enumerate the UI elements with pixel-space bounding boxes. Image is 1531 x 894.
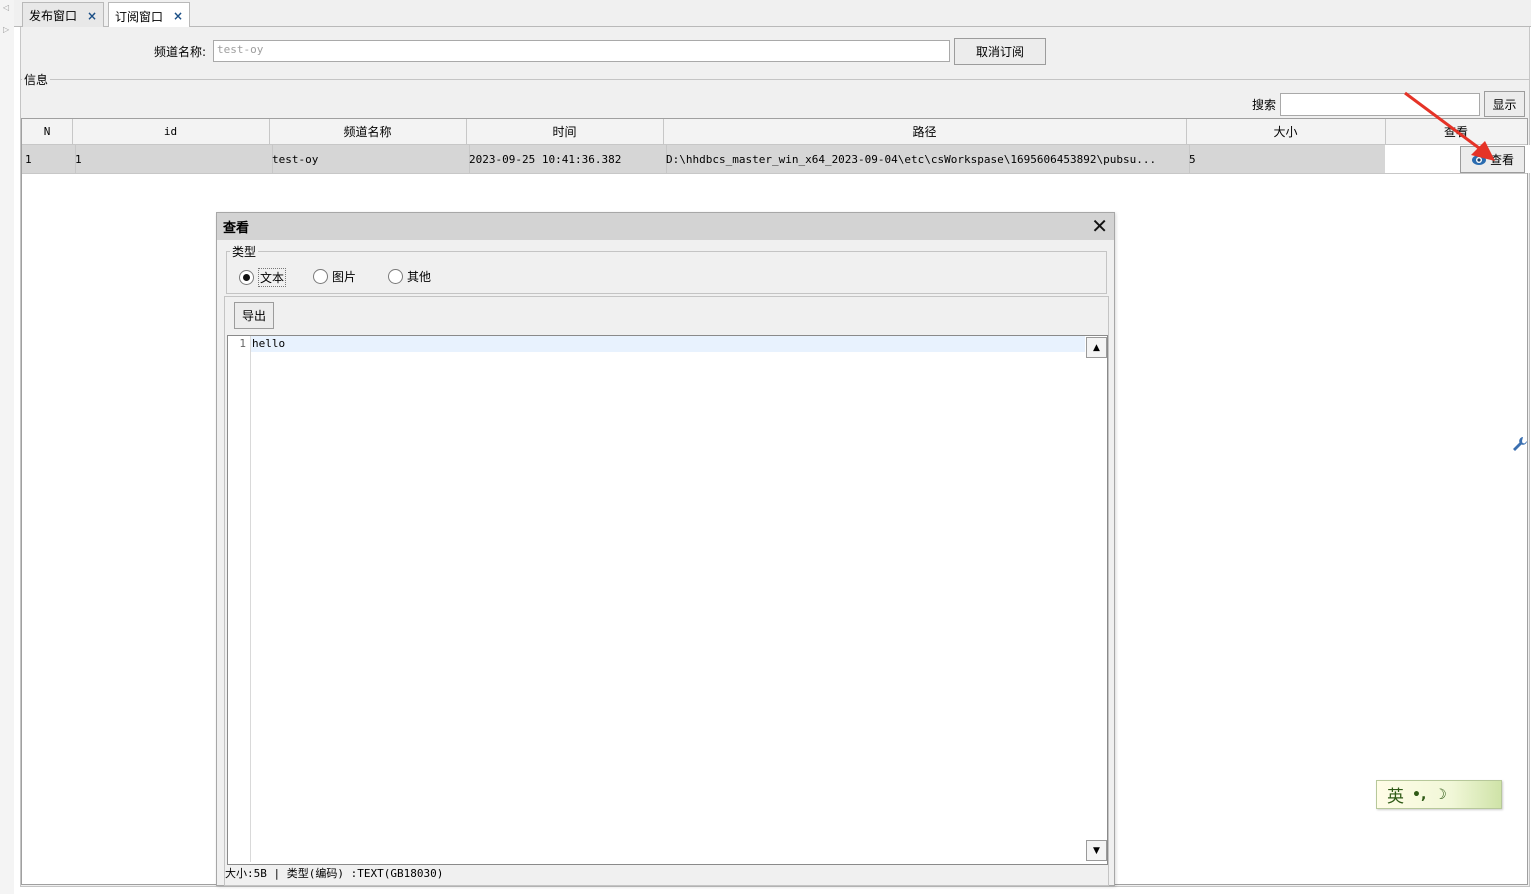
dialog-close-icon[interactable]: ✕	[1091, 215, 1108, 237]
editor-text[interactable]: hello	[252, 337, 285, 350]
current-line-highlight	[251, 336, 1085, 352]
channel-name-field[interactable]: test-oy	[213, 40, 950, 62]
search-label: 搜索	[1252, 98, 1277, 112]
moon-icon: ☽	[1434, 786, 1447, 803]
table-header: N id 频道名称 时间 路径 大小 查看	[22, 119, 1527, 145]
tab-publish[interactable]: 发布窗口 ×	[22, 2, 105, 28]
tab-bar: 发布窗口 × 订阅窗口 ×	[14, 0, 1531, 29]
radio-image-label: 图片	[332, 270, 357, 284]
cell-path: D:\hhdbcs_master_win_x64_2023-09-04\etc\…	[663, 145, 1190, 173]
view-dialog: 查看 ✕ 类型 文本 图片 其他 导出 1 hello ▲ ▼ 大小:5B | …	[216, 212, 1115, 886]
info-group-title: 信息	[22, 71, 51, 88]
column-header-size[interactable]: 大小	[1186, 119, 1386, 144]
type-group-title: 类型	[230, 243, 259, 260]
tab-subscribe[interactable]: 订阅窗口 ×	[108, 2, 191, 29]
radio-text-label: 文本	[258, 268, 287, 287]
column-header-path[interactable]: 路径	[663, 119, 1187, 144]
cell-time: 2023-09-25 10:41:36.382	[466, 145, 667, 173]
dialog-title: 查看	[223, 221, 250, 236]
column-header-id[interactable]: id	[72, 119, 270, 144]
cell-size: 5	[1186, 145, 1389, 173]
wrench-icon[interactable]	[1512, 436, 1528, 452]
radio-text[interactable]: 文本	[239, 268, 287, 287]
cell-n: 1	[22, 145, 76, 173]
radio-image-circle	[313, 269, 328, 284]
dialog-status-bar: 大小:5B | 类型(编码) :TEXT(GB18030)	[225, 867, 444, 880]
column-header-time[interactable]: 时间	[466, 119, 664, 144]
scroll-down-icon[interactable]: ▼	[1086, 840, 1107, 861]
line-number-gutter: 1	[228, 336, 251, 862]
column-header-channel[interactable]: 频道名称	[269, 119, 467, 144]
annotation-arrow-icon	[1404, 91, 1495, 161]
left-collapse-strip: ◁ ▷	[0, 0, 14, 894]
ime-language-label: 英	[1387, 787, 1404, 807]
tab-publish-close-icon[interactable]: ×	[87, 9, 97, 23]
radio-image[interactable]: 图片	[313, 268, 356, 285]
radio-text-circle	[239, 270, 254, 285]
dialog-title-bar: 查看 ✕	[217, 213, 1114, 240]
radio-other-circle	[388, 269, 403, 284]
export-button[interactable]: 导出	[234, 302, 274, 329]
cell-id: 1	[72, 145, 273, 173]
line-number: 1	[239, 337, 246, 350]
cell-channel: test-oy	[269, 145, 470, 173]
unsubscribe-button[interactable]: 取消订阅	[954, 38, 1046, 65]
expand-right-icon[interactable]: ▷	[3, 25, 9, 34]
channel-name-label: 频道名称:	[154, 45, 207, 59]
table-row[interactable]: 1 1 test-oy 2023-09-25 10:41:36.382 D:\h…	[22, 145, 1530, 174]
tab-publish-label: 发布窗口	[29, 9, 78, 23]
text-editor[interactable]: 1 hello ▲ ▼	[227, 335, 1108, 865]
radio-other[interactable]: 其他	[388, 268, 431, 285]
collapse-left-icon[interactable]: ◁	[3, 3, 9, 12]
type-groupbox	[226, 251, 1107, 294]
column-header-n[interactable]: N	[22, 119, 73, 144]
ime-indicator[interactable]: 英 •, ☽	[1376, 780, 1502, 809]
ime-punctuation: •,	[1412, 786, 1427, 803]
tab-subscribe-close-icon[interactable]: ×	[173, 9, 183, 23]
editor-scrollbar[interactable]: ▲ ▼	[1085, 336, 1107, 862]
scroll-up-icon[interactable]: ▲	[1086, 337, 1107, 358]
tab-subscribe-label: 订阅窗口	[115, 9, 164, 24]
radio-other-label: 其他	[407, 270, 432, 284]
